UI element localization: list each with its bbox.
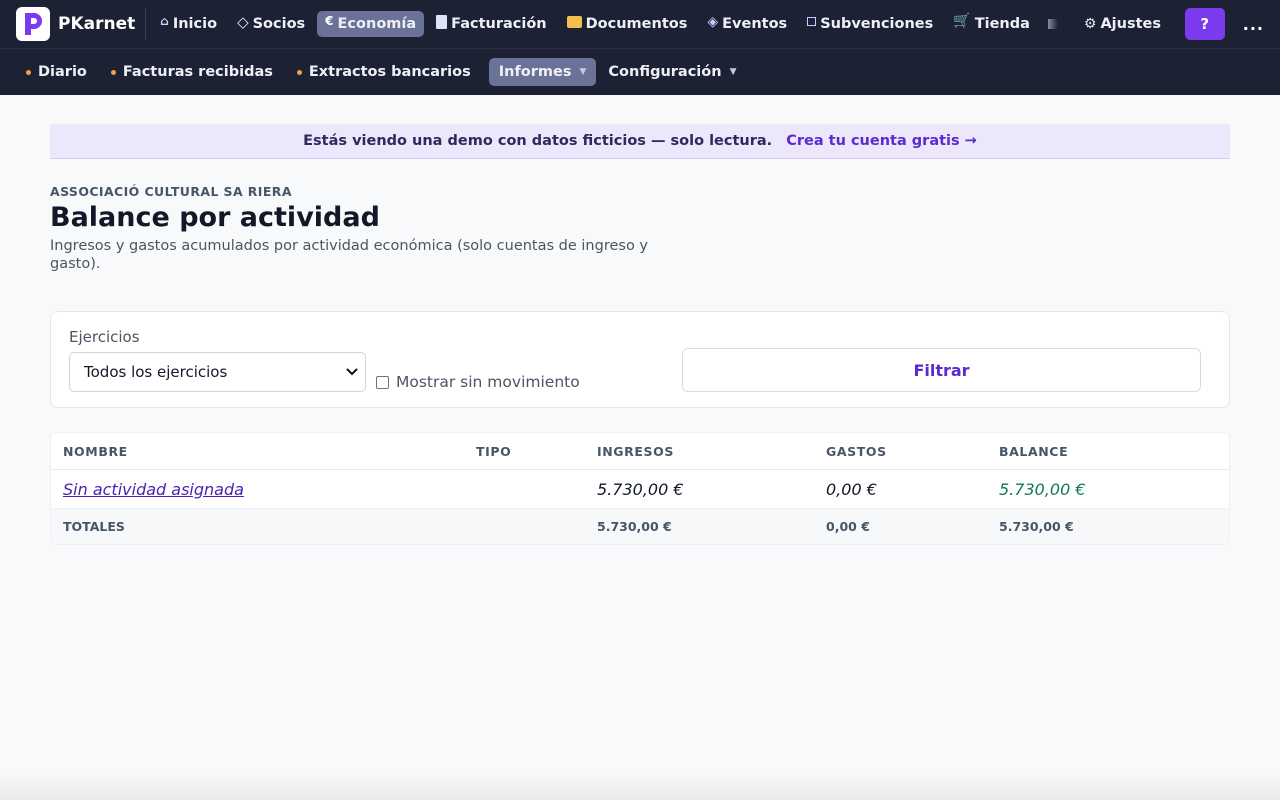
nav-label: Documentos: [585, 16, 688, 32]
main-content: Estás viendo una demo con datos ficticio…: [0, 95, 1280, 545]
balance-table: NOMBRE TIPO INGRESOS GASTOS BALANCE Sin …: [50, 432, 1230, 545]
table-row: Sin actividad asignada 5.730,00 € 0,00 €…: [51, 470, 1229, 509]
home-icon: ⌂: [160, 14, 169, 28]
page-title: Balance por actividad: [50, 202, 380, 233]
gear-icon: ⚙: [1083, 16, 1097, 32]
app-logo[interactable]: PKarnet: [16, 7, 147, 41]
grant-icon: [807, 16, 817, 26]
dot-icon: [110, 69, 116, 75]
subnav-item-diario[interactable]: Diario: [20, 58, 97, 86]
totals-balance: 5.730,00 €: [999, 519, 1074, 534]
cell-ingresos: 5.730,00 €: [597, 479, 684, 499]
euro-icon: €: [325, 14, 334, 28]
page-subtitle: Ingresos y gastos acumulados por activid…: [50, 238, 649, 272]
subnav-item-informes[interactable]: Informes ▼: [488, 58, 597, 86]
totals-gastos: 0,00 €: [826, 519, 870, 534]
more-button[interactable]: ...: [1243, 15, 1264, 34]
totals-row: TOTALES 5.730,00 € 0,00 € 5.730,00 €: [51, 509, 1229, 544]
nav-label: Economía: [337, 16, 417, 32]
column-header-tipo[interactable]: TIPO: [476, 444, 597, 459]
nav-item-documentos[interactable]: Documentos: [559, 11, 696, 37]
demo-banner-text: Estás viendo una demo con datos ficticio…: [303, 133, 773, 149]
ejercicios-label: Ejercicios: [69, 328, 140, 346]
diamond-icon: ◇: [237, 13, 249, 31]
event-icon: ◈: [707, 14, 719, 30]
table-header: NOMBRE TIPO INGRESOS GASTOS BALANCE: [51, 433, 1229, 470]
nav-label: Eventos: [722, 16, 788, 32]
bottom-shadow: [0, 772, 1280, 800]
nav-item-socios[interactable]: ◇ Socios: [229, 10, 313, 38]
column-header-nombre[interactable]: NOMBRE: [51, 444, 476, 459]
caret-down-icon: ▼: [579, 67, 587, 77]
nav-label: Facturación: [451, 16, 547, 32]
nav-label: Tienda: [974, 16, 1030, 32]
caret-down-icon: ▼: [729, 67, 737, 77]
dot-icon: [26, 69, 31, 75]
help-button[interactable]: ?: [1184, 8, 1225, 40]
top-navbar: PKarnet ⌂ Inicio ◇ Socios € Economía Fac…: [0, 0, 1280, 48]
subnav-item-extractos-bancarios[interactable]: Extractos bancarios: [291, 58, 481, 86]
cart-icon: 🛒: [953, 13, 971, 29]
nav-item-tienda[interactable]: 🛒 Tienda: [945, 11, 1038, 37]
cell-balance: 5.730,00 €: [999, 479, 1086, 499]
nav-item-inicio[interactable]: ⌂ Inicio: [152, 11, 225, 37]
sub-navbar: Diario Facturas recibidas Extractos banc…: [0, 48, 1280, 95]
show-empty-checkbox[interactable]: [376, 375, 389, 389]
app-name: PKarnet: [58, 14, 136, 34]
column-header-balance[interactable]: BALANCE: [999, 444, 1229, 459]
subnav-label: Informes: [498, 64, 572, 80]
filter-button[interactable]: Filtrar: [682, 348, 1201, 392]
cell-gastos: 0,00 €: [826, 479, 877, 499]
logo-mark-icon: [16, 7, 50, 41]
subnav-label: Diario: [38, 64, 87, 80]
nav-item-subvenciones[interactable]: Subvenciones: [799, 11, 941, 37]
nav-label: Ajustes: [1100, 16, 1161, 32]
nav-item-eventos[interactable]: ◈ Eventos: [699, 11, 795, 37]
totals-ingresos: 5.730,00 €: [597, 519, 672, 534]
dot-icon: [296, 69, 302, 75]
column-header-ingresos[interactable]: INGRESOS: [597, 444, 826, 459]
folder-icon: [566, 16, 582, 28]
totals-label: TOTALES: [63, 519, 125, 534]
show-empty-label: Mostrar sin movimiento: [396, 373, 580, 391]
main-nav: ⌂ Inicio ◇ Socios € Economía Facturación…: [152, 10, 1173, 38]
subnav-label: Facturas recibidas: [122, 64, 273, 80]
invoice-icon: [436, 15, 448, 29]
organization-name: ASSOCIACIÓ CULTURAL SA RIERA: [50, 184, 292, 199]
nav-label: Subvenciones: [820, 16, 934, 32]
nav-item-facturacion[interactable]: Facturación: [428, 11, 554, 37]
chevron-down-icon: [346, 366, 358, 379]
column-header-gastos[interactable]: GASTOS: [826, 444, 999, 459]
subnav-item-facturas-recibidas[interactable]: Facturas recibidas: [105, 58, 283, 86]
subnav-label: Extractos bancarios: [308, 64, 471, 80]
subnav-label: Configuración: [608, 64, 722, 80]
ejercicios-select[interactable]: Todos los ejercicios: [69, 352, 366, 392]
nav-label: Socios: [252, 16, 306, 32]
show-empty-option: Mostrar sin movimiento: [376, 373, 580, 391]
demo-banner: Estás viendo una demo con datos ficticio…: [50, 124, 1230, 159]
nav-label: Inicio: [172, 16, 218, 32]
nav-item-ajustes[interactable]: ⚙ Ajustes: [1076, 11, 1169, 37]
filter-panel: Ejercicios Todos los ejercicios Mostrar …: [50, 311, 1230, 408]
overflow-fade-icon: [1047, 19, 1058, 29]
nav-item-economia[interactable]: € Economía: [317, 11, 425, 37]
ejercicios-selected-value: Todos los ejercicios: [84, 363, 228, 381]
create-account-link[interactable]: Crea tu cuenta gratis →: [786, 133, 977, 149]
activity-link[interactable]: Sin actividad asignada: [63, 480, 244, 499]
subnav-item-configuracion[interactable]: Configuración ▼: [604, 58, 746, 86]
